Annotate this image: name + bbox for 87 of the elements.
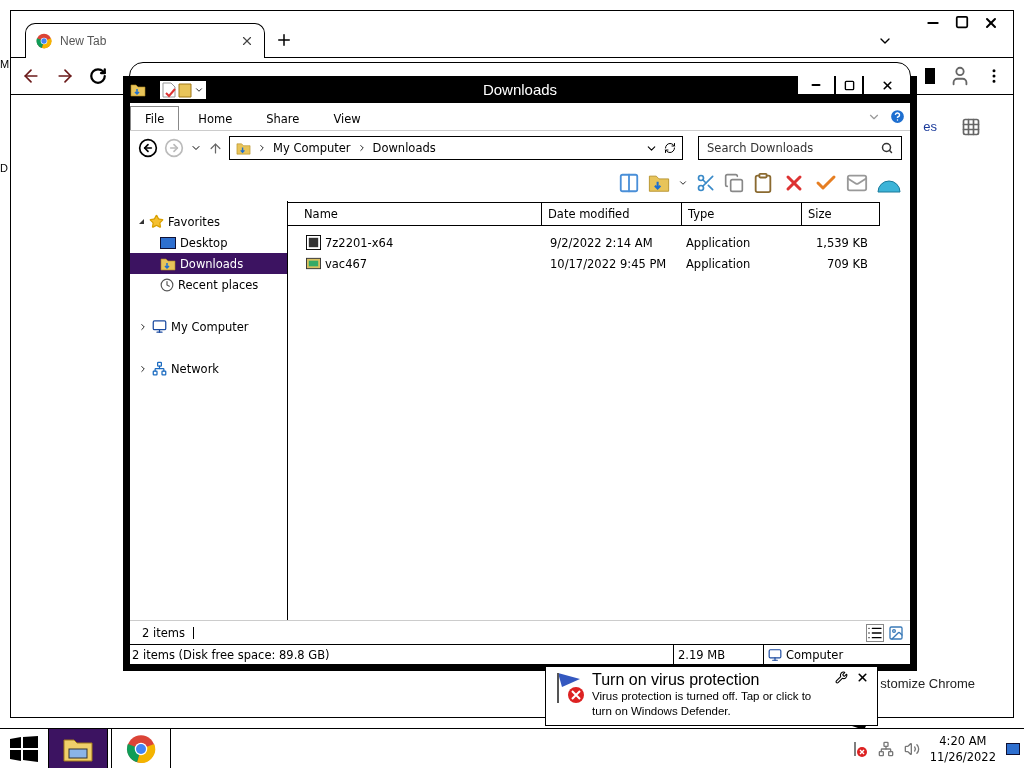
computer-icon [768,647,782,662]
up-icon[interactable] [208,140,223,156]
computer-icon [152,319,167,334]
notification-text: Virus protection is turned off. Tap or click to turn on Windows Defender. [592,689,813,719]
table-cell-text: 10/17/2022 9:45 PM [549,256,668,271]
show-desktop-icon[interactable] [1006,742,1020,755]
column-header[interactable]: Size [802,203,880,225]
clock-icon [160,277,174,292]
nav-item[interactable]: My Computer [130,316,287,337]
table-cell-text: Application [685,256,752,271]
new-tab-icon[interactable] [275,31,293,49]
status-text: 2.19 MB [678,647,726,662]
close-icon[interactable] [983,15,999,31]
table-cell-text: 709 KB [825,256,869,271]
search-icon [881,142,893,154]
nav-item[interactable]: Downloads [130,253,287,274]
close-icon[interactable] [880,78,894,92]
table-cell-text: 1,539 KB [815,235,869,250]
preview-pane-icon[interactable] [618,172,640,194]
close-icon[interactable] [856,671,869,684]
shortcut-link[interactable]: es [923,119,937,134]
column-header[interactable]: Type [682,203,802,225]
search-field[interactable]: Search Downloads [698,136,902,160]
customize-chrome-button[interactable]: stomize Chrome [880,676,975,691]
ribbon-tab[interactable]: File [130,106,180,130]
item-count: 2 items [142,625,185,640]
network-icon [152,361,167,376]
reload-icon[interactable] [89,67,107,85]
chrome-logo-icon [36,33,52,49]
details-view-icon[interactable] [866,623,884,642]
expanded-arrow-icon[interactable] [138,218,145,225]
copy-icon[interactable] [724,173,744,193]
column-header[interactable]: Name [288,203,542,225]
file-name-cell[interactable]: vac467 [288,256,542,271]
dropdown-icon[interactable] [678,178,688,188]
star-icon [149,214,164,229]
notification-popup[interactable]: Turn on virus protection Virus protection is turned off. Tap or click to turn on Windows Defender. [545,666,878,726]
network-icon[interactable] [877,740,894,757]
explorer-folder-icon [130,81,146,98]
minimize-button[interactable] [798,76,834,94]
chrome-icon [126,733,156,764]
window-title: Downloads [482,81,558,98]
maximize-icon[interactable] [843,79,855,91]
cut-icon[interactable] [696,173,716,193]
large-icons-view-icon[interactable] [888,624,904,641]
properties-icon[interactable] [162,81,176,98]
download-folder-icon [160,255,176,272]
browser-tab[interactable]: New Tab [25,23,265,58]
text-fragment: M [0,58,10,70]
nav-item[interactable]: Recent places [130,274,287,295]
table-cell-text: Application [685,235,752,250]
file-name-cell[interactable]: 7z2201-x64 [288,235,542,250]
close-icon[interactable] [240,34,254,48]
back-icon[interactable] [138,138,158,158]
apps-grid-icon[interactable] [961,117,981,137]
nav-item[interactable]: Network [130,358,287,379]
status-text: 2 items (Disk free space: 89.8 GB) [132,647,330,662]
email-icon[interactable] [846,172,868,194]
download-folder-icon [236,140,251,156]
status-text: Computer [786,647,844,662]
nav-item[interactable]: Favorites [130,211,287,232]
setup-app-icon [306,256,321,271]
defender-warning-icon[interactable] [851,740,868,757]
table-cell-text: 9/2/2022 2:14 AM [549,235,654,250]
nav-item[interactable]: Desktop [130,232,287,253]
desktop-icon [160,236,176,249]
refresh-icon[interactable] [664,142,676,154]
maximize-icon[interactable] [955,15,969,29]
address-bar[interactable]: My Computer Downloads [229,136,683,160]
close-button[interactable] [864,76,910,94]
help-icon[interactable] [889,108,906,125]
taskbar-app[interactable] [111,729,171,768]
volume-icon[interactable] [903,740,920,757]
breadcrumb-item[interactable]: My Computer [273,141,351,155]
breadcrumb-item[interactable]: Downloads [372,141,436,155]
paste-icon[interactable] [752,172,774,194]
settings-icon[interactable] [835,671,848,684]
column-header[interactable]: Date modified [542,203,682,225]
folder-options-icon [648,172,670,194]
archive-app-icon [306,235,321,250]
notification-title: Turn on virus protection [592,671,761,689]
taskbar-app[interactable] [48,729,108,768]
flag-error-icon [554,671,586,705]
windows-logo-icon[interactable] [10,735,38,762]
clock[interactable]: 4:20 AM 11/26/2022 [929,732,996,765]
text-fragment: D [0,162,8,174]
maximize-button[interactable] [836,76,862,94]
